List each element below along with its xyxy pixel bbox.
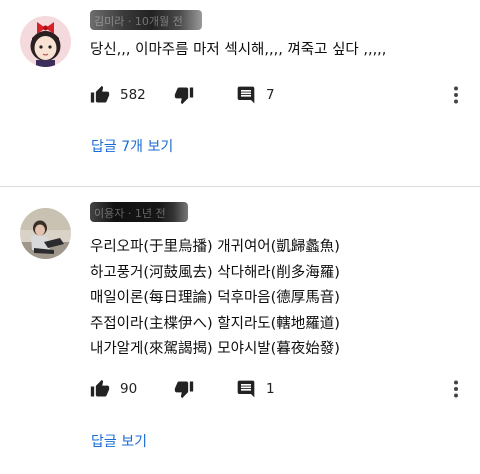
comment-1: 김미라 · 10개월 전 당신,,, 이마주름 마저 섹시해,,,, 껴죽고 싶… — [0, 0, 480, 186]
thumbs-down-icon — [174, 87, 194, 105]
comment-text: 당신,,, 이마주름 마저 섹시해,,,, 껴죽고 싶다 ,,,,, — [90, 42, 387, 58]
comment-actions: 582 7 — [90, 83, 470, 107]
like-count: 582 — [120, 87, 146, 103]
vertical-dots-icon — [454, 86, 458, 104]
comment-icon — [237, 86, 255, 104]
reply-button[interactable]: 1 — [236, 377, 275, 401]
view-replies-link[interactable]: 답글 7개 보기 — [91, 136, 173, 156]
reply-button[interactable]: 7 — [236, 83, 275, 107]
reply-count: 1 — [266, 381, 275, 397]
comment-line: 우리오파(于里烏播) 개귀여어(凱歸蠡魚) — [90, 239, 340, 255]
like-button[interactable]: 90 — [90, 377, 137, 401]
person-sitting-avatar[interactable] — [20, 208, 71, 259]
comment-2: 이용자 · 1년 전 우리오파(于里烏播) 개귀여어(凱歸蠡魚) 하고풍거(河鼓風… — [0, 188, 480, 474]
avatar-image — [20, 208, 71, 259]
avatar-image — [20, 16, 71, 67]
comment-text: 우리오파(于里烏播) 개귀여어(凱歸蠡魚) 하고풍거(河鼓風去) 삭다해라(削多海… — [90, 235, 340, 363]
like-count: 90 — [120, 381, 138, 397]
view-replies-link[interactable]: 답글 보기 — [91, 431, 147, 451]
dislike-button[interactable] — [174, 83, 194, 107]
author-name: 이용자 · 1년 전 — [94, 207, 166, 220]
comment-line: 내가알게(來駕謁揭) 모야시발(暮夜始發) — [90, 341, 340, 358]
comment-actions: 90 1 — [90, 377, 470, 401]
more-options-button[interactable] — [446, 83, 466, 107]
comment-line: 하고풍거(河鼓風去) 삭다해라(削多海羅) — [90, 264, 340, 281]
comment-author[interactable]: 김미라 · 10개월 전 — [90, 10, 202, 30]
thumbs-up-icon — [90, 85, 110, 103]
dislike-button[interactable] — [174, 377, 194, 401]
author-name: 김미라 · 10개월 전 — [94, 15, 183, 28]
girl-red-bow-avatar[interactable] — [20, 16, 71, 67]
thumbs-up-icon — [90, 379, 110, 397]
comment-icon — [237, 380, 255, 398]
like-button[interactable]: 582 — [90, 83, 146, 107]
more-options-button[interactable] — [446, 377, 466, 401]
thumbs-down-icon — [174, 381, 194, 399]
reply-count: 7 — [266, 87, 275, 103]
comment-line: 주접이라(主楪伊へ) 할지라도(轄地羅道) — [90, 315, 340, 332]
vertical-dots-icon — [454, 380, 458, 398]
comment-line: 매일이론(每日理論) 덕후마음(德厚馬音) — [90, 290, 340, 307]
comment-author[interactable]: 이용자 · 1년 전 — [90, 202, 188, 222]
comment-divider — [0, 186, 480, 187]
